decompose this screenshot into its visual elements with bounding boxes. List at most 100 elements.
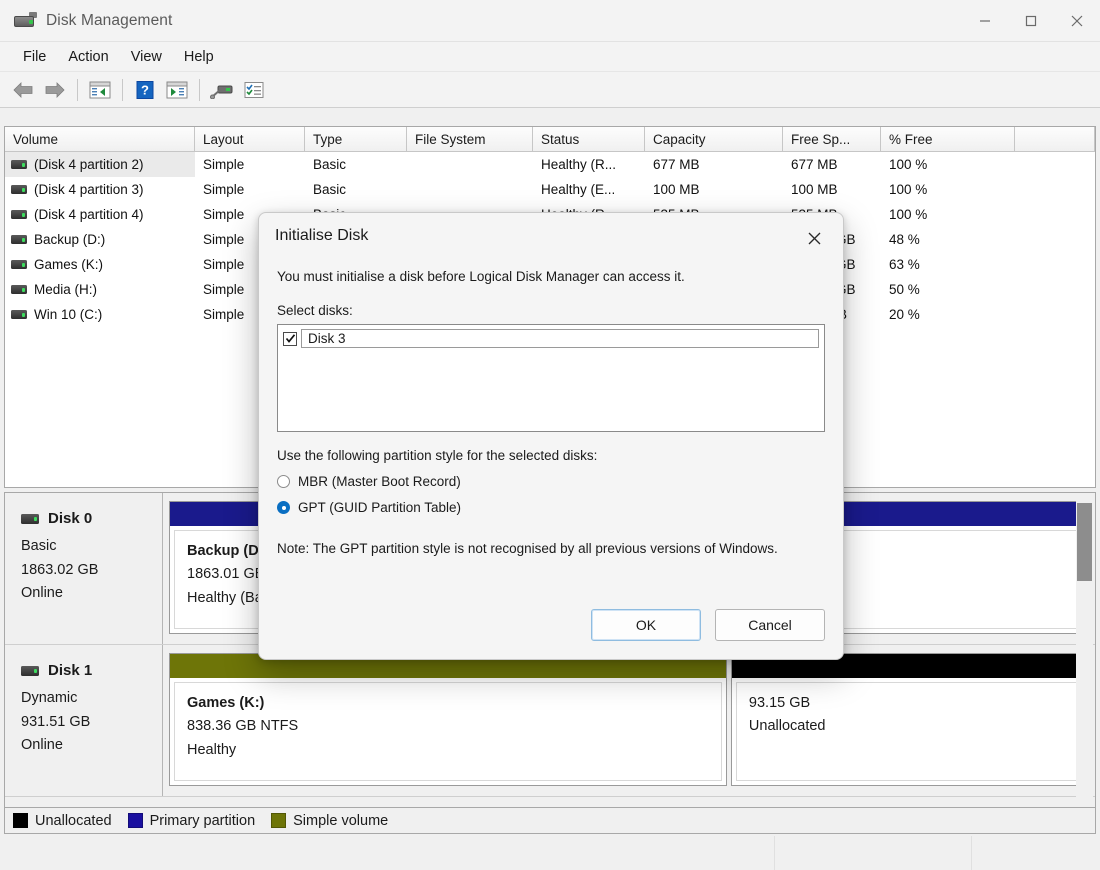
- minimize-icon[interactable]: [962, 0, 1008, 42]
- properties-icon[interactable]: [239, 76, 269, 104]
- select-disks-label: Select disks:: [277, 303, 353, 319]
- menu-item-action[interactable]: Action: [57, 46, 119, 68]
- volume-name-label: Media (H:): [34, 282, 98, 297]
- menu-item-help[interactable]: Help: [173, 46, 225, 68]
- table-row[interactable]: (Disk 4 partition 2) Simple Basic Healthy (…: [5, 152, 1095, 177]
- column-header-capacity[interactable]: Capacity: [645, 127, 783, 151]
- cell-free-space: 677 MB: [791, 157, 838, 172]
- cell-file-system: [407, 177, 533, 202]
- column-header-status[interactable]: Status: [533, 127, 645, 151]
- dialog-intro-text: You must initialise a disk before Logica…: [277, 269, 685, 284]
- ok-button[interactable]: OK: [591, 609, 701, 641]
- column-header-volume[interactable]: Volume: [5, 127, 195, 151]
- disk-info[interactable]: Disk 1 Dynamic 931.51 GB Online: [5, 645, 163, 796]
- column-header-layout[interactable]: Layout: [195, 127, 305, 151]
- disk-pane-scrollbar-thumb[interactable]: [1077, 503, 1092, 581]
- cell-percent-free: 100 %: [889, 157, 928, 172]
- show-hide-console-tree-icon[interactable]: [85, 76, 115, 104]
- volume-name-label: (Disk 4 partition 2): [34, 157, 144, 172]
- drive-icon: [11, 235, 27, 244]
- disk-name-label: Disk 0: [48, 510, 93, 527]
- radio-mbr-icon[interactable]: [277, 475, 290, 489]
- cell-volume: (Disk 4 partition 2): [5, 152, 195, 177]
- toolbar: ?: [0, 72, 1100, 108]
- partition-block[interactable]: 93.15 GB Unallocated: [730, 653, 1085, 786]
- legend-item: Unallocated: [13, 813, 112, 829]
- cell-volume: Games (K:): [5, 252, 195, 277]
- close-icon[interactable]: [793, 221, 835, 255]
- initialise-disk-dialog[interactable]: Initialise Disk You must initialise a di…: [258, 212, 844, 660]
- cell-free-space: 100 MB: [791, 182, 838, 197]
- cell-percent-free: 63 %: [889, 257, 920, 272]
- column-header-free-space[interactable]: Free Sp...: [783, 127, 881, 151]
- toolbar-separator: [77, 78, 78, 101]
- cell-type: Basic: [313, 157, 347, 172]
- table-row[interactable]: (Disk 4 partition 3) Simple Basic Healthy (…: [5, 177, 1095, 202]
- disk-checkbox[interactable]: [283, 331, 297, 346]
- radio-gpt[interactable]: GPT (GUID Partition Table): [277, 500, 825, 515]
- column-header-percent-free[interactable]: % Free: [881, 127, 1015, 151]
- menu-item-view[interactable]: View: [120, 46, 173, 68]
- partition-style-label: Use the following partition style for th…: [277, 448, 598, 464]
- cell-layout: Simple: [203, 157, 245, 172]
- status-bar-segment-2: [775, 836, 972, 870]
- volume-name-label: Win 10 (C:): [34, 307, 103, 322]
- cell-layout: Simple: [203, 182, 245, 197]
- cell-file-system: [407, 152, 533, 177]
- window-title: Disk Management: [46, 11, 173, 29]
- disk-info[interactable]: Disk 0 Basic 1863.02 GB Online: [5, 493, 163, 644]
- close-icon[interactable]: [1054, 0, 1100, 42]
- window-controls: [962, 0, 1100, 42]
- legend-item: Primary partition: [127, 812, 256, 829]
- cell-status: Healthy (R...: [541, 157, 617, 172]
- menu-item-file[interactable]: File: [12, 46, 57, 68]
- status-bar: [0, 836, 1100, 870]
- cancel-button[interactable]: Cancel: [715, 609, 825, 641]
- legend: Unallocated Primary partition Simple volum…: [4, 808, 1096, 834]
- back-arrow-icon[interactable]: [8, 76, 38, 104]
- drive-icon: [11, 310, 27, 319]
- radio-gpt-icon[interactable]: [277, 501, 290, 515]
- drive-icon: [11, 285, 27, 294]
- partition-block[interactable]: Games (K:) 838.36 GB NTFS Healthy: [169, 653, 727, 786]
- disk-name-label: Disk 1: [48, 662, 93, 679]
- disk-size-label: 1863.02 GB: [21, 561, 99, 578]
- maximize-icon[interactable]: [1008, 0, 1054, 42]
- radio-mbr[interactable]: MBR (Master Boot Record): [277, 474, 825, 489]
- cell-capacity: 677 MB: [653, 157, 700, 172]
- disk-row: Disk 1 Dynamic 931.51 GB Online Games (K:) 83…: [5, 645, 1095, 797]
- volume-name-label: (Disk 4 partition 3): [34, 182, 144, 197]
- partition-details: Games (K:) 838.36 GB NTFS Healthy: [174, 682, 722, 781]
- help-icon[interactable]: ?: [130, 76, 160, 104]
- partition-name-label: Games (K:): [187, 695, 265, 711]
- partition-size-label: 93.15 GB: [748, 695, 811, 711]
- disk-list-item-label[interactable]: Disk 3: [301, 329, 819, 349]
- column-header-file-system[interactable]: File System: [407, 127, 533, 151]
- dialog-title: Initialise Disk: [275, 227, 369, 244]
- partition-details: 93.15 GB Unallocated: [735, 682, 1080, 781]
- partition-status-label: Unallocated: [748, 718, 826, 735]
- cell-volume: (Disk 4 partition 4): [5, 202, 195, 227]
- disk-list-item[interactable]: Disk 3: [283, 329, 819, 349]
- cell-volume: (Disk 4 partition 3): [5, 177, 195, 202]
- toolbar-separator: [199, 78, 200, 101]
- cell-percent-free: 48 %: [889, 232, 920, 247]
- drive-icon: [11, 210, 27, 219]
- column-header-type[interactable]: Type: [305, 127, 407, 151]
- disk-list-box[interactable]: Disk 3: [277, 324, 825, 433]
- column-header-filler[interactable]: [1015, 127, 1095, 151]
- volume-name-label: (Disk 4 partition 4): [34, 207, 144, 222]
- disk-type-label: Basic: [21, 538, 57, 555]
- forward-arrow-icon[interactable]: [40, 76, 70, 104]
- show-hide-action-pane-icon[interactable]: [162, 76, 192, 104]
- rescan-disks-icon[interactable]: [207, 76, 237, 104]
- disk-state-label: Online: [21, 585, 63, 602]
- cell-percent-free: 20 %: [889, 307, 920, 322]
- disk-drive-icon: [14, 11, 37, 30]
- dialog-buttons: OK Cancel: [591, 609, 825, 641]
- menu-bar: File Action View Help: [0, 42, 1100, 72]
- disk-pane-scrollbar[interactable]: [1076, 497, 1093, 803]
- legend-label: Primary partition: [149, 812, 256, 829]
- disk-icon: [21, 666, 39, 677]
- status-bar-segment-1: [0, 836, 775, 870]
